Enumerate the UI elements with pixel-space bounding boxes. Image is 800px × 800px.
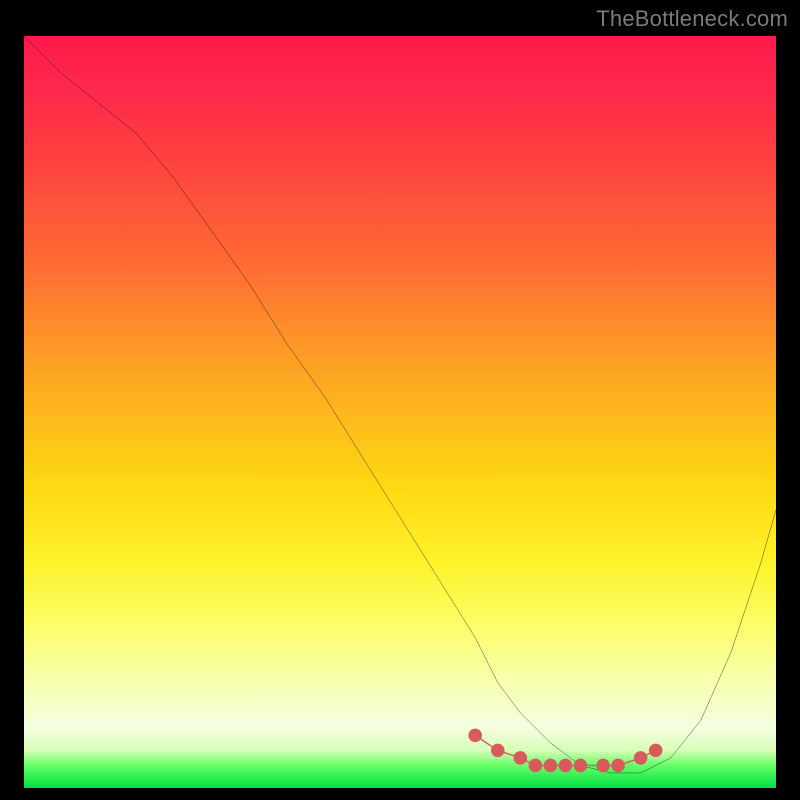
chart-frame: TheBottleneck.com (0, 0, 800, 800)
plot-area (24, 36, 776, 788)
watermark-text: TheBottleneck.com (596, 6, 788, 32)
background-gradient (24, 36, 776, 788)
